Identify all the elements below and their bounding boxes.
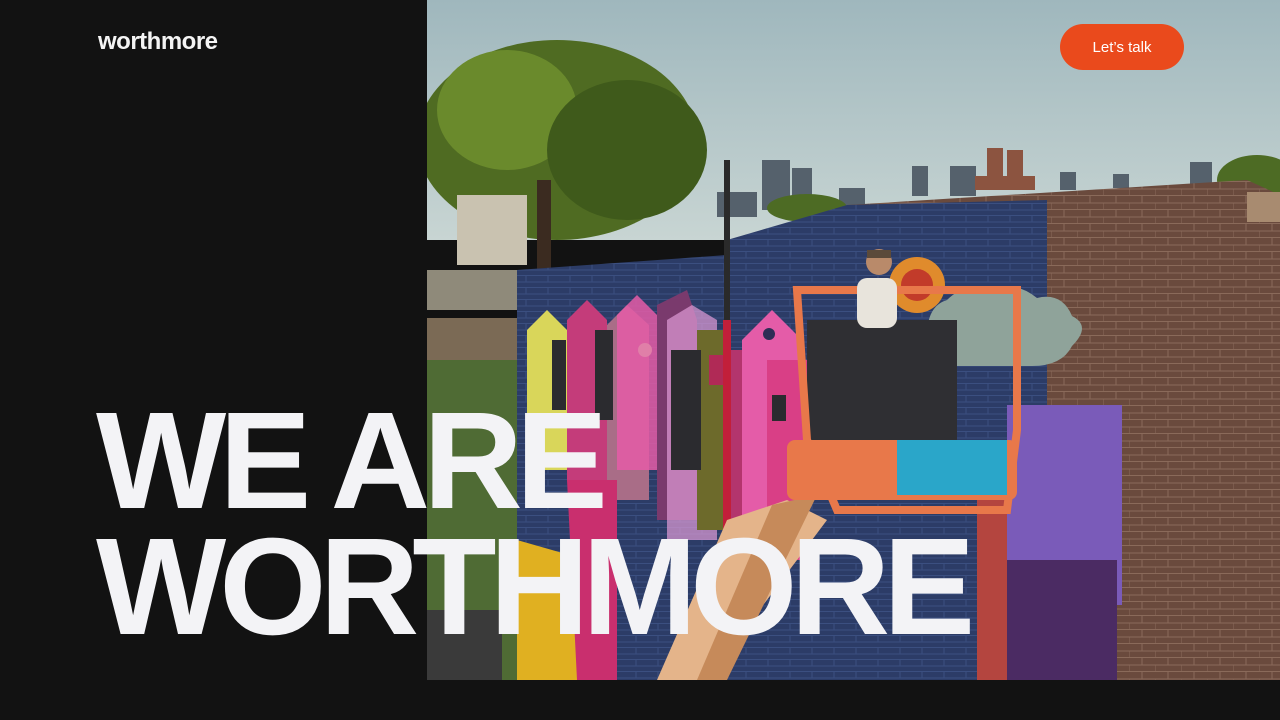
hero-headline: WE ARE WORTHMORE (96, 384, 975, 664)
logo[interactable]: worthmore (98, 28, 218, 56)
bottom-band (0, 680, 1280, 720)
hero-headline-line-2: WORTHMORE (96, 510, 975, 664)
lets-talk-button[interactable]: Let’s talk (1060, 24, 1184, 70)
hero-headline-line-1: WE ARE (96, 384, 608, 538)
